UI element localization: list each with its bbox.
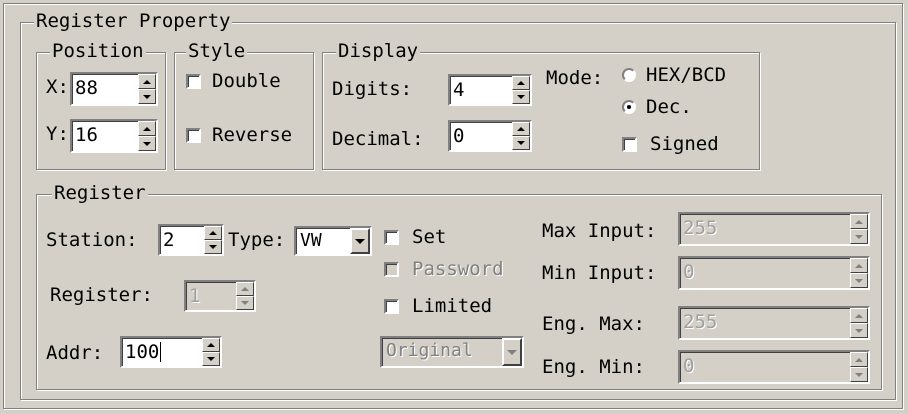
y-spin-up-button[interactable] [138, 121, 156, 136]
decimal-spin-down-button[interactable] [512, 136, 530, 150]
register-spinner: 1 [184, 280, 256, 312]
station-value: 2 [163, 229, 175, 251]
limited-checkbox[interactable] [384, 299, 399, 314]
max-input-spin-up-button [850, 214, 868, 229]
x-value: 88 [75, 77, 98, 99]
position-title: Position [50, 40, 146, 62]
station-spin-up-button[interactable] [204, 226, 222, 240]
x-label: X: [46, 76, 69, 98]
double-label[interactable]: Double [212, 70, 281, 92]
signed-checkbox[interactable] [622, 137, 637, 152]
mode-hex-bcd-radio[interactable] [622, 68, 636, 82]
type-label: Type: [228, 229, 286, 251]
type-dropdown[interactable]: VW [294, 226, 372, 256]
conversion-value: Original [386, 340, 473, 361]
register-value: 1 [189, 285, 201, 307]
conversion-dropdown: Original [380, 336, 524, 368]
eng-min-spinner: 0 [678, 350, 870, 384]
decimal-spinner[interactable]: 0 [448, 120, 532, 152]
eng-min-label: Eng. Min: [542, 356, 645, 378]
type-dropdown-arrow-icon[interactable] [350, 228, 370, 254]
digits-spin-down-button[interactable] [512, 90, 530, 104]
min-input-spinner: 0 [678, 256, 870, 290]
limited-label[interactable]: Limited [412, 295, 492, 317]
eng-min-value: 0 [683, 355, 695, 377]
text-caret [160, 342, 162, 362]
register-title: Register [52, 182, 148, 204]
mode-dec-label[interactable]: Dec. [646, 96, 692, 118]
addr-spin-up-button[interactable] [202, 338, 220, 352]
station-label: Station: [46, 229, 138, 251]
set-checkbox[interactable] [384, 230, 399, 245]
style-title: Style [186, 40, 248, 62]
eng-max-spinner: 255 [678, 306, 870, 340]
y-label: Y: [46, 123, 69, 145]
eng-min-spin-up-button [850, 352, 868, 367]
max-input-value: 255 [683, 217, 718, 239]
signed-label[interactable]: Signed [650, 133, 719, 155]
double-checkbox[interactable] [186, 74, 201, 89]
eng-max-label: Eng. Max: [542, 313, 645, 335]
y-spin-down-button[interactable] [138, 136, 156, 151]
register-spin-up-button [236, 282, 254, 296]
decimal-value: 0 [453, 125, 465, 147]
eng-max-spin-up-button [850, 308, 868, 323]
station-spin-down-button[interactable] [204, 240, 222, 254]
min-input-value: 0 [683, 261, 695, 283]
decimal-label: Decimal: [332, 128, 424, 150]
conversion-dropdown-arrow-icon [502, 338, 522, 366]
reverse-label[interactable]: Reverse [212, 124, 292, 146]
password-checkbox [384, 262, 399, 277]
reverse-checkbox[interactable] [186, 128, 201, 143]
register-spin-down-button [236, 296, 254, 310]
min-input-label: Min Input: [542, 262, 657, 284]
max-input-spinner: 255 [678, 212, 870, 246]
eng-min-spin-down-button [850, 367, 868, 382]
addr-spinner[interactable]: 100 [120, 336, 222, 368]
password-label: Password [412, 258, 504, 280]
addr-label: Addr: [46, 342, 104, 364]
digits-label: Digits: [332, 78, 413, 100]
register-property-title: Register Property [34, 10, 233, 32]
eng-max-spin-down-button [850, 323, 868, 338]
min-input-spin-up-button [850, 258, 868, 273]
digits-value: 4 [453, 79, 465, 101]
addr-spin-down-button[interactable] [202, 352, 220, 366]
register-label: Register: [50, 284, 153, 306]
y-spinner[interactable]: 16 [70, 119, 158, 153]
digits-spin-up-button[interactable] [512, 76, 530, 90]
set-label[interactable]: Set [412, 226, 446, 248]
type-value: VW [300, 230, 322, 251]
display-title: Display [336, 40, 421, 62]
mode-dec-radio[interactable] [622, 100, 636, 114]
max-input-label: Max Input: [542, 220, 657, 242]
y-value: 16 [75, 124, 98, 146]
addr-value: 100 [125, 341, 160, 363]
mode-label: Mode: [546, 67, 604, 89]
x-spin-down-button[interactable] [138, 89, 156, 104]
digits-spinner[interactable]: 4 [448, 74, 532, 106]
eng-max-value: 255 [683, 311, 718, 333]
mode-hex-bcd-label[interactable]: HEX/BCD [646, 64, 726, 86]
decimal-spin-up-button[interactable] [512, 122, 530, 136]
max-input-spin-down-button [850, 229, 868, 244]
x-spin-up-button[interactable] [138, 74, 156, 89]
x-spinner[interactable]: 88 [70, 72, 158, 106]
station-spinner[interactable]: 2 [158, 224, 224, 256]
min-input-spin-down-button [850, 273, 868, 288]
